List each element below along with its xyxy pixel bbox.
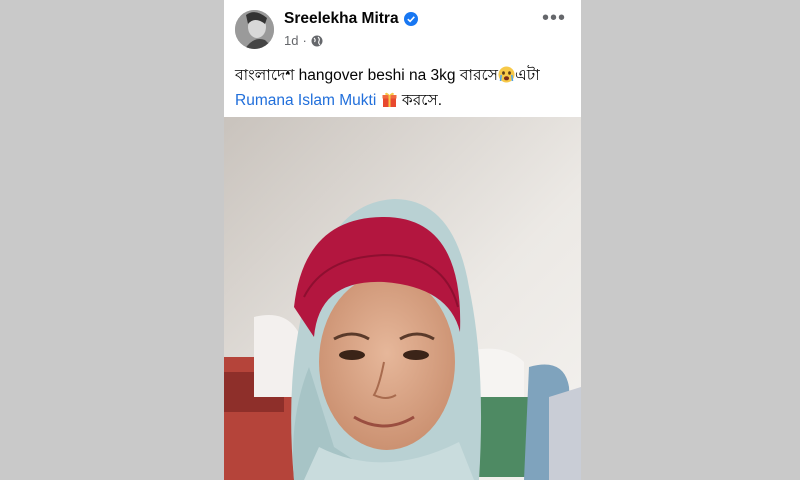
post-meta: 1d · bbox=[284, 33, 323, 48]
mention-link[interactable]: Rumana Islam Mukti bbox=[235, 92, 376, 109]
selfie-image bbox=[224, 117, 581, 480]
post-text-part3: করসে. bbox=[401, 92, 443, 109]
post-text: বাংলাদেশ hangover beshi na 3kg বারসে এটা … bbox=[235, 63, 575, 113]
post-text-part1: বাংলাদেশ hangover beshi na 3kg বারসে bbox=[235, 67, 498, 84]
author-name-row: Sreelekha Mitra bbox=[284, 10, 418, 28]
author-name[interactable]: Sreelekha Mitra bbox=[284, 10, 399, 28]
post-text-part2: এটা bbox=[514, 67, 540, 84]
crying-face-icon bbox=[498, 66, 515, 83]
facebook-post: Sreelekha Mitra 1d · ••• বাংলাদেশ hangov… bbox=[224, 0, 581, 480]
verified-badge-icon bbox=[403, 12, 418, 26]
author-avatar[interactable] bbox=[235, 10, 274, 49]
globe-icon bbox=[311, 35, 323, 47]
post-header: Sreelekha Mitra 1d · ••• bbox=[224, 0, 581, 58]
more-options-button[interactable]: ••• bbox=[539, 7, 569, 29]
post-time[interactable]: 1d bbox=[284, 33, 298, 48]
gift-icon bbox=[381, 91, 398, 108]
post-photo[interactable] bbox=[224, 117, 581, 480]
